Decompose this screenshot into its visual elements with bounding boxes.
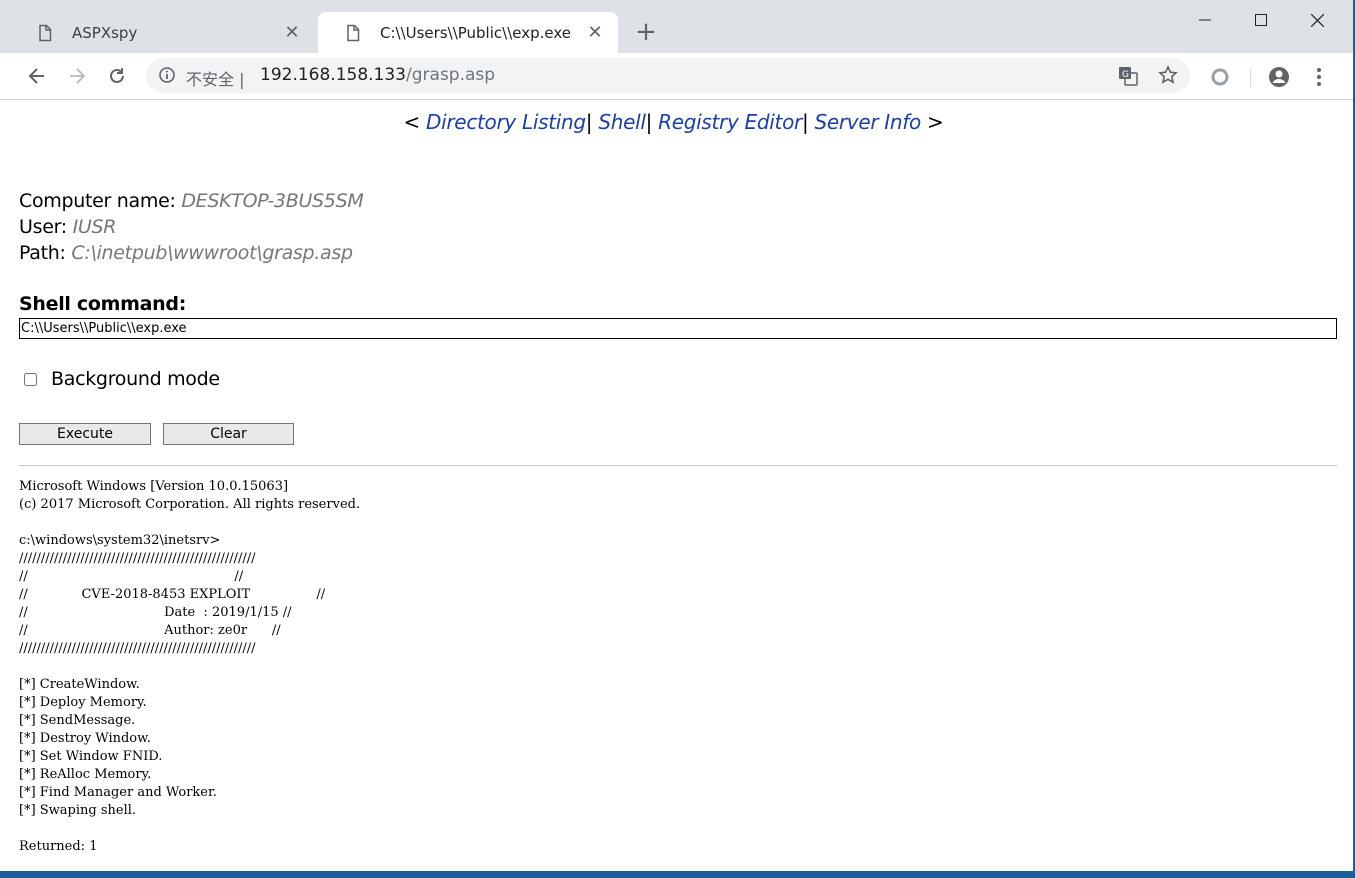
browser-toolbar: 不安全 | 192.168.158.133/grasp.asp G bbox=[0, 53, 1353, 100]
menu-button[interactable] bbox=[1308, 66, 1330, 88]
document-icon bbox=[39, 24, 52, 41]
computer-name-row: Computer name: DESKTOP-3BUS5SM bbox=[19, 190, 364, 212]
more-vertical-icon bbox=[1317, 68, 1321, 86]
arrow-left-icon bbox=[28, 68, 44, 84]
shell-command-label: Shell command: bbox=[19, 293, 186, 315]
star-icon[interactable] bbox=[1158, 65, 1178, 85]
close-icon bbox=[1310, 13, 1324, 27]
nav-registry-editor[interactable]: Registry Editor bbox=[658, 110, 802, 134]
new-tab-button[interactable]: + bbox=[632, 18, 660, 46]
tab-exp-exe[interactable]: C:\\Users\\Public\\exp.exe ✕ bbox=[318, 12, 618, 53]
background-mode-option[interactable]: Background mode bbox=[24, 368, 220, 390]
toolbar-divider bbox=[1250, 69, 1251, 87]
security-label: 不安全 | bbox=[186, 70, 245, 89]
minimize-button[interactable] bbox=[1177, 0, 1233, 40]
svg-text:G: G bbox=[1122, 70, 1129, 80]
shell-command-input[interactable] bbox=[19, 318, 1337, 339]
info-icon[interactable] bbox=[158, 66, 176, 84]
back-button[interactable] bbox=[23, 62, 51, 90]
url-text: 192.168.158.133/grasp.asp bbox=[260, 65, 495, 85]
close-tab-icon[interactable]: ✕ bbox=[283, 22, 301, 43]
background-mode-checkbox[interactable] bbox=[24, 372, 37, 386]
url-path: /grasp.asp bbox=[406, 65, 496, 85]
background-mode-label: Background mode bbox=[51, 368, 220, 390]
profile-button[interactable] bbox=[1268, 66, 1290, 88]
clear-button[interactable]: Clear bbox=[163, 423, 294, 445]
tab-aspxspy[interactable]: ASPXspy ✕ bbox=[10, 12, 315, 53]
maximize-icon bbox=[1255, 14, 1267, 26]
user-value: IUSR bbox=[72, 216, 117, 238]
forward-button[interactable] bbox=[63, 62, 91, 90]
minimize-icon bbox=[1199, 19, 1211, 21]
tab-title: C:\\Users\\Public\\exp.exe bbox=[380, 23, 571, 42]
reload-button[interactable] bbox=[103, 62, 131, 90]
divider bbox=[19, 465, 1337, 466]
path-value: C:\inetpub\wwwroot\grasp.asp bbox=[71, 242, 353, 264]
execute-button[interactable]: Execute bbox=[19, 423, 151, 445]
nav-server-info[interactable]: Server Info bbox=[814, 110, 921, 134]
translate-icon[interactable]: G bbox=[1118, 66, 1138, 86]
nav-shell[interactable]: Shell bbox=[598, 110, 646, 134]
account-icon bbox=[1269, 67, 1289, 87]
arrow-right-icon bbox=[70, 68, 86, 84]
server-info: Computer name: DESKTOP-3BUS5SM User: IUS… bbox=[19, 188, 364, 266]
url-host: 192.168.158.133 bbox=[260, 65, 407, 85]
computer-name-value: DESKTOP-3BUS5SM bbox=[181, 190, 364, 212]
address-bar[interactable]: 不安全 | 192.168.158.133/grasp.asp G bbox=[146, 58, 1190, 93]
tab-title: ASPXspy bbox=[72, 23, 138, 42]
circle-icon bbox=[1211, 68, 1229, 86]
user-row: User: IUSR bbox=[19, 216, 117, 238]
command-output: Microsoft Windows [Version 10.0.15063] (… bbox=[19, 479, 361, 854]
browser-window: ASPXspy ✕ C:\\Users\\Public\\exp.exe ✕ + bbox=[0, 0, 1355, 871]
maximize-button[interactable] bbox=[1233, 0, 1289, 40]
path-row: Path: C:\inetpub\wwwroot\grasp.asp bbox=[19, 242, 353, 264]
document-icon bbox=[347, 24, 360, 41]
close-window-button[interactable] bbox=[1289, 0, 1345, 40]
reload-icon bbox=[110, 68, 124, 83]
nav-directory-listing[interactable]: Directory Listing bbox=[426, 110, 586, 134]
page-content: < Directory Listing| Shell| Registry Edi… bbox=[0, 100, 1347, 871]
top-navigation: < Directory Listing| Shell| Registry Edi… bbox=[403, 110, 944, 134]
close-tab-icon[interactable]: ✕ bbox=[586, 22, 604, 43]
tab-strip: ASPXspy ✕ C:\\Users\\Public\\exp.exe ✕ + bbox=[0, 0, 1353, 53]
extension-button[interactable] bbox=[1209, 66, 1231, 88]
